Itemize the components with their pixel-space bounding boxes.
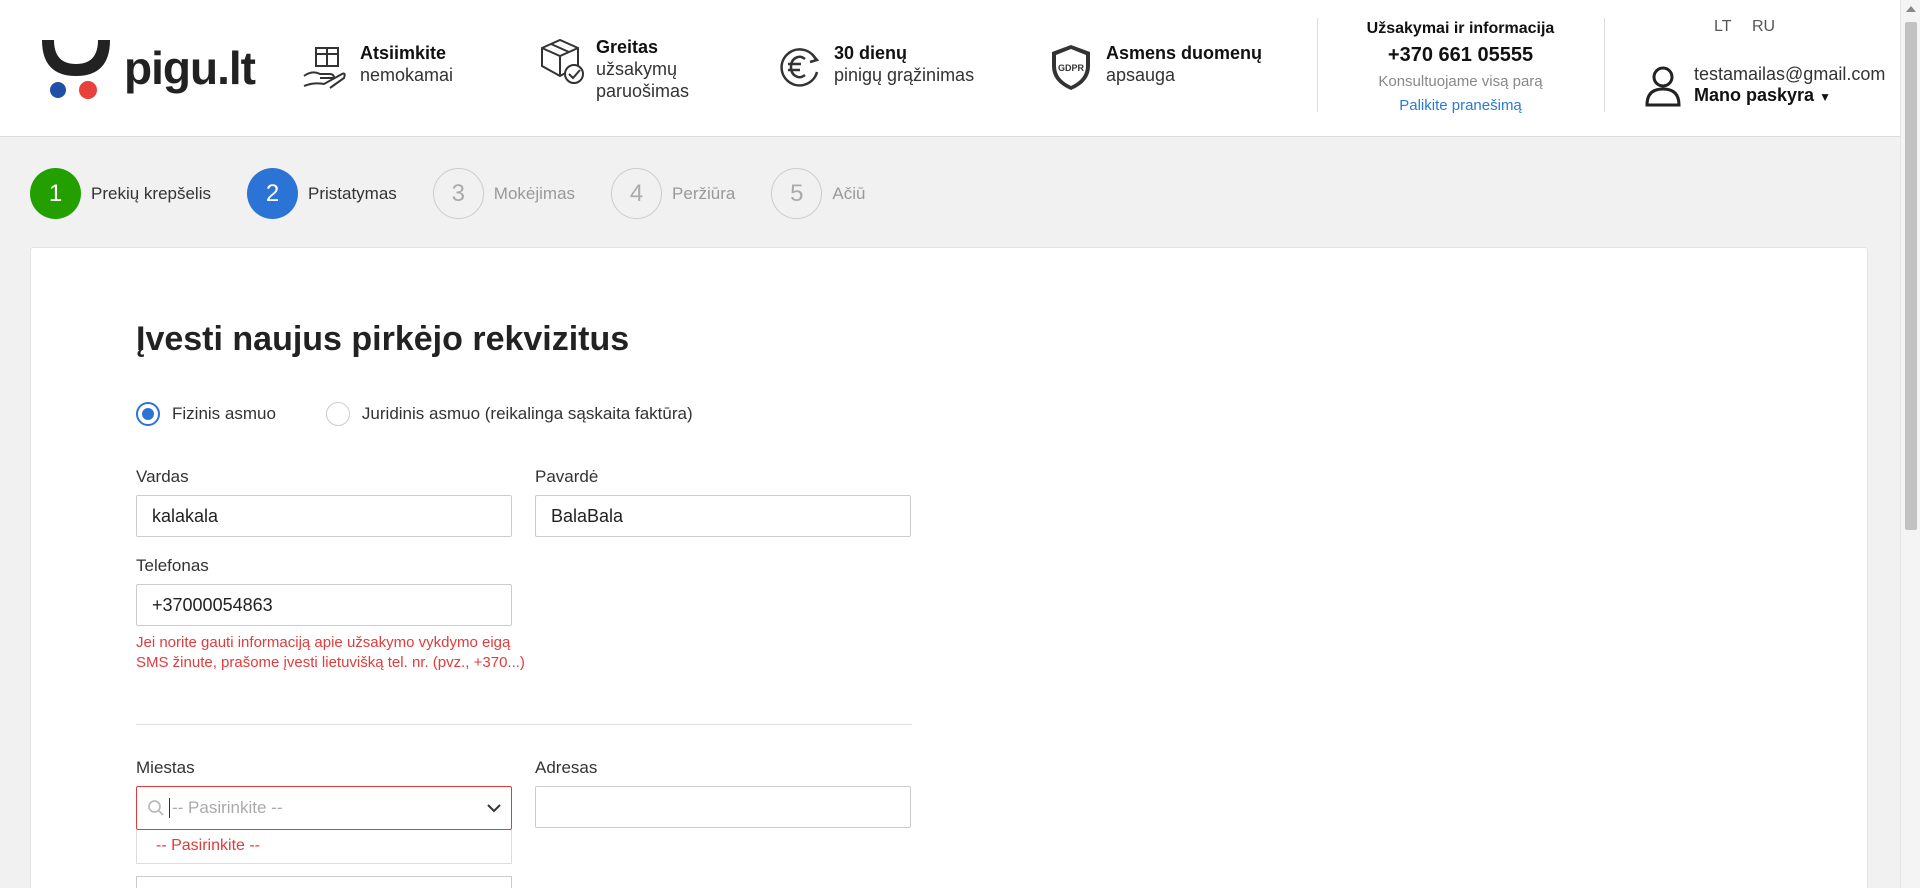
step-thanks: 5 Ačiū [771,168,865,219]
step-cart[interactable]: 1 Prekių krepšelis [30,168,211,219]
feature-data-protection: GDPR Asmens duomenų apsauga [1046,42,1262,92]
last-name-field: Pavardė [535,467,911,537]
scrollbar-thumb[interactable] [1905,22,1917,530]
phone-field: Telefonas [136,556,512,626]
city-select[interactable]: -- Pasirinkite -- [136,786,512,830]
feature-title: 30 dienų [834,43,908,63]
euro-refund-icon [780,48,820,87]
address-field: Adresas [535,758,911,828]
feature-title: Atsiimkite [360,43,447,63]
first-name-input[interactable] [136,495,512,537]
step-number: 3 [432,168,484,219]
contact-phone[interactable]: +370 661 05555 [1318,40,1603,70]
city-placeholder: -- Pasirinkite -- [172,798,283,817]
lang-ru[interactable]: RU [1752,18,1775,36]
feature-money-back: 30 dienų pinigų grąžinimas [774,42,974,92]
last-name-label: Pavardė [535,467,599,486]
logo-mark-icon [42,40,110,99]
step-delivery: 2 Pristatymas [247,168,397,219]
feature-title: Asmens duomenų [1106,43,1263,63]
feature-line: užsakymų [596,59,678,79]
feature-line: nemokamai [360,65,454,85]
city-field-label-wrap: Miestas [136,758,195,786]
step-number: 1 [30,168,81,219]
first-name-label: Vardas [136,467,189,486]
buyer-type-group: Fizinis asmuo Juridinis asmuo (reikaling… [136,402,743,426]
feature-line: paruošimas [596,81,690,101]
lang-lt[interactable]: LT [1714,18,1731,36]
feature-fast-preparation: Greitas užsakymų paruošimas [536,36,689,102]
phone-input[interactable] [136,584,512,626]
form-title: Įvesti naujus pirkėjo rekvizitus [136,320,630,358]
my-account-label[interactable]: Mano paskyra ▼ [1694,85,1885,108]
page-scrollbar[interactable] [1900,0,1920,888]
header-divider [1604,18,1605,112]
feature-line: apsauga [1106,65,1176,85]
radio-legal-entity[interactable]: Juridinis asmuo (reikalinga sąskaita fak… [325,402,693,426]
step-number: 2 [247,168,298,219]
my-account-text: Mano paskyra [1694,85,1815,105]
step-label: Mokėjimas [493,183,576,203]
step-label: Pristatymas [308,183,397,203]
radio-button[interactable] [136,402,160,426]
contact-subtitle: Konsultuojame visą parą [1378,73,1543,90]
phone-label: Telefonas [136,556,209,575]
section-divider [136,724,912,725]
city-label: Miestas [136,758,195,777]
account-menu[interactable]: testamailas@gmail.com Mano paskyra ▼ [1644,64,1885,108]
step-review: 4 Peržiūra [611,168,735,219]
obscured-input [136,876,512,888]
scroll-up-arrow-icon[interactable] [1906,6,1916,12]
pigu-logo[interactable]: pigu.lt [36,36,256,100]
radio-private-person[interactable]: Fizinis asmuo [136,402,276,426]
contact-info: Užsakymai ir informacija +370 661 05555 … [1318,18,1603,118]
site-header: pigu.lt Atsiimkite nemokamai Greitas užs… [0,0,1900,137]
contact-title: Užsakymai ir informacija [1366,20,1555,37]
last-name-input[interactable] [535,495,911,537]
address-label: Adresas [535,758,598,777]
radio-label: Fizinis asmuo [172,404,276,423]
hand-box-icon [303,47,346,89]
address-input[interactable] [535,786,911,828]
step-number: 4 [611,168,663,219]
feature-free-pickup: Atsiimkite nemokamai [300,42,453,92]
search-icon [148,800,164,816]
svg-text:GDPR: GDPR [1058,63,1085,73]
buyer-details-card: Įvesti naujus pirkėjo rekvizitus Fizinis… [30,247,1868,888]
leave-message-link[interactable]: Palikite pranešimą [1318,94,1603,118]
user-icon [1645,66,1681,107]
feature-line: pinigų grąžinimas [834,65,975,85]
text-caret [169,798,170,818]
radio-label: Juridinis asmuo (reikalinga sąskaita fak… [361,404,693,423]
first-name-field: Vardas [136,467,512,537]
step-number: 5 [771,168,823,219]
step-payment: 3 Mokėjimas [432,168,576,219]
phone-hint-error: Jei norite gauti informaciją apie užsaky… [136,634,525,671]
step-label: Prekių krepšelis [91,183,211,203]
chevron-down-icon[interactable] [485,799,503,817]
logo-text: pigu.lt [124,42,256,94]
city-dropdown-option[interactable]: -- Pasirinkite -- [136,830,512,864]
account-email: testamailas@gmail.com [1694,64,1886,84]
checkout-steps: 1 Prekių krepšelis 2 Pristatymas 3 Mokėj… [30,168,901,219]
chevron-down-icon: ▼ [1819,90,1831,104]
feature-title: Greitas [596,37,659,57]
radio-button[interactable] [325,402,350,426]
gdpr-shield-icon: GDPR [1052,45,1090,90]
step-label: Peržiūra [672,183,736,203]
package-check-icon [541,38,584,84]
step-label: Ačiū [832,183,866,203]
